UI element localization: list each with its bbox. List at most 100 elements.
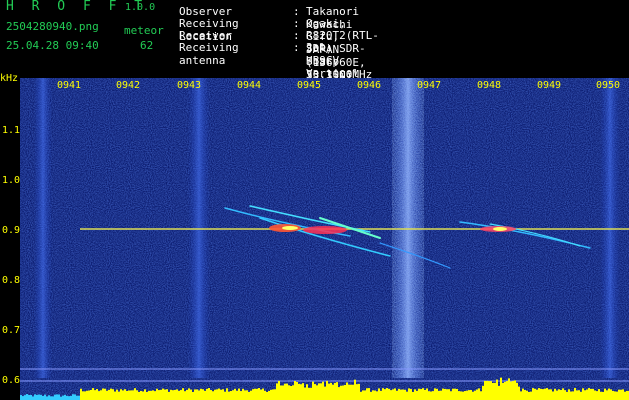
- audio-level-bar: [470, 390, 472, 400]
- audio-level-bar: [472, 391, 474, 400]
- audio-level-bar: [358, 383, 360, 400]
- audio-level-bar: [508, 378, 510, 400]
- audio-level-bar: [282, 385, 284, 400]
- audio-level-bar: [382, 388, 384, 400]
- audio-level-bar: [174, 389, 176, 400]
- audio-level-bar: [286, 383, 288, 400]
- audio-level-bar: [430, 391, 432, 400]
- audio-level-bar: [58, 394, 60, 400]
- audio-level-bar: [320, 383, 322, 400]
- audio-level-bar: [102, 388, 104, 400]
- freq-tick-label: 0.8: [2, 275, 21, 286]
- audio-level-bar: [386, 388, 388, 400]
- audio-level-bar: [406, 391, 408, 400]
- audio-level-bar: [158, 390, 160, 400]
- audio-level-bar: [70, 395, 72, 400]
- audio-level-bar: [112, 389, 114, 400]
- audio-level-bar: [554, 388, 556, 400]
- audio-level-bar: [90, 389, 92, 400]
- audio-level-bar: [46, 396, 48, 400]
- audio-level-bar: [108, 389, 110, 400]
- audio-level-bar: [582, 388, 584, 400]
- audio-level-bar: [476, 389, 478, 400]
- audio-level-bar: [266, 391, 268, 400]
- audio-level-bar: [424, 389, 426, 400]
- audio-level-bar: [42, 395, 44, 400]
- audio-level-bar: [48, 395, 50, 400]
- audio-level-bar: [566, 391, 568, 400]
- audio-level-bar: [168, 391, 170, 400]
- audio-level-bar: [34, 394, 36, 400]
- time-tick-label: 0944: [236, 80, 262, 91]
- audio-level-bar: [312, 381, 314, 400]
- audio-level-bar: [190, 389, 192, 400]
- audio-level-bar: [134, 388, 136, 400]
- spectrogram-noise: [20, 78, 629, 400]
- audio-level-bar: [262, 388, 264, 400]
- audio-level-bar: [234, 388, 236, 400]
- audio-level-bar: [336, 382, 338, 400]
- audio-level-bar: [214, 389, 216, 400]
- audio-level-bar: [98, 391, 100, 400]
- noise-band-texture: [392, 78, 424, 378]
- audio-level-bar: [326, 380, 328, 400]
- audio-level-bar: [518, 386, 520, 400]
- audio-level-bar: [520, 391, 522, 400]
- audio-level-bar: [66, 395, 68, 400]
- audio-level-bar: [310, 387, 312, 400]
- audio-level-bar: [44, 394, 46, 400]
- audio-level-bar: [196, 389, 198, 400]
- audio-level-bar: [176, 389, 178, 400]
- audio-level-bar: [272, 389, 274, 400]
- audio-level-bar: [328, 383, 330, 400]
- audio-level-bar: [210, 390, 212, 400]
- audio-level-bar: [588, 388, 590, 400]
- audio-level-bar: [432, 391, 434, 400]
- audio-level-bar: [284, 383, 286, 400]
- freq-tick-label: 1.1: [2, 125, 21, 136]
- audio-level-bar: [20, 395, 22, 400]
- audio-level-bar: [302, 383, 304, 400]
- audio-level-bar: [316, 385, 318, 400]
- audio-level-bar: [202, 389, 204, 400]
- audio-level-bar: [124, 389, 126, 400]
- audio-level-bar: [198, 390, 200, 400]
- audio-level-bar: [372, 390, 374, 400]
- audio-level-bar: [442, 388, 444, 400]
- audio-level-bar: [56, 394, 58, 400]
- audio-level-bar: [624, 391, 626, 400]
- audio-level-bar: [370, 391, 372, 400]
- audio-level-bar: [414, 389, 416, 400]
- audio-level-bar: [288, 385, 290, 400]
- audio-level-bar: [594, 390, 596, 400]
- audio-level-bar: [466, 390, 468, 400]
- audio-level-bar: [584, 390, 586, 400]
- audio-level-bar: [610, 389, 612, 400]
- info-separator: :: [293, 41, 300, 54]
- audio-level-bar: [348, 384, 350, 400]
- audio-level-bar: [162, 388, 164, 400]
- audio-level-bar: [254, 388, 256, 400]
- audio-level-bar: [340, 385, 342, 400]
- audio-level-bar: [156, 388, 158, 400]
- audio-level-bar: [576, 390, 578, 400]
- audio-level-bar: [614, 391, 616, 400]
- audio-level-bar: [180, 390, 182, 400]
- audio-level-bar: [550, 389, 552, 400]
- audio-level-bar: [394, 388, 396, 400]
- audio-level-bar: [378, 388, 380, 400]
- audio-level-bar: [366, 388, 368, 400]
- time-tick-label: 0941: [56, 80, 82, 91]
- audio-level-bar: [30, 394, 32, 400]
- audio-level-bar: [608, 388, 610, 400]
- audio-level-bar: [270, 389, 272, 400]
- audio-level-bar: [548, 389, 550, 400]
- audio-level-bar: [572, 391, 574, 400]
- audio-level-bar: [618, 389, 620, 400]
- audio-level-bar: [132, 390, 134, 400]
- audio-level-bar: [160, 389, 162, 400]
- audio-level-bar: [38, 394, 40, 400]
- audio-level-bar: [514, 380, 516, 400]
- image-filename: 2504280940.png: [6, 20, 99, 33]
- audio-level-bar: [166, 389, 168, 400]
